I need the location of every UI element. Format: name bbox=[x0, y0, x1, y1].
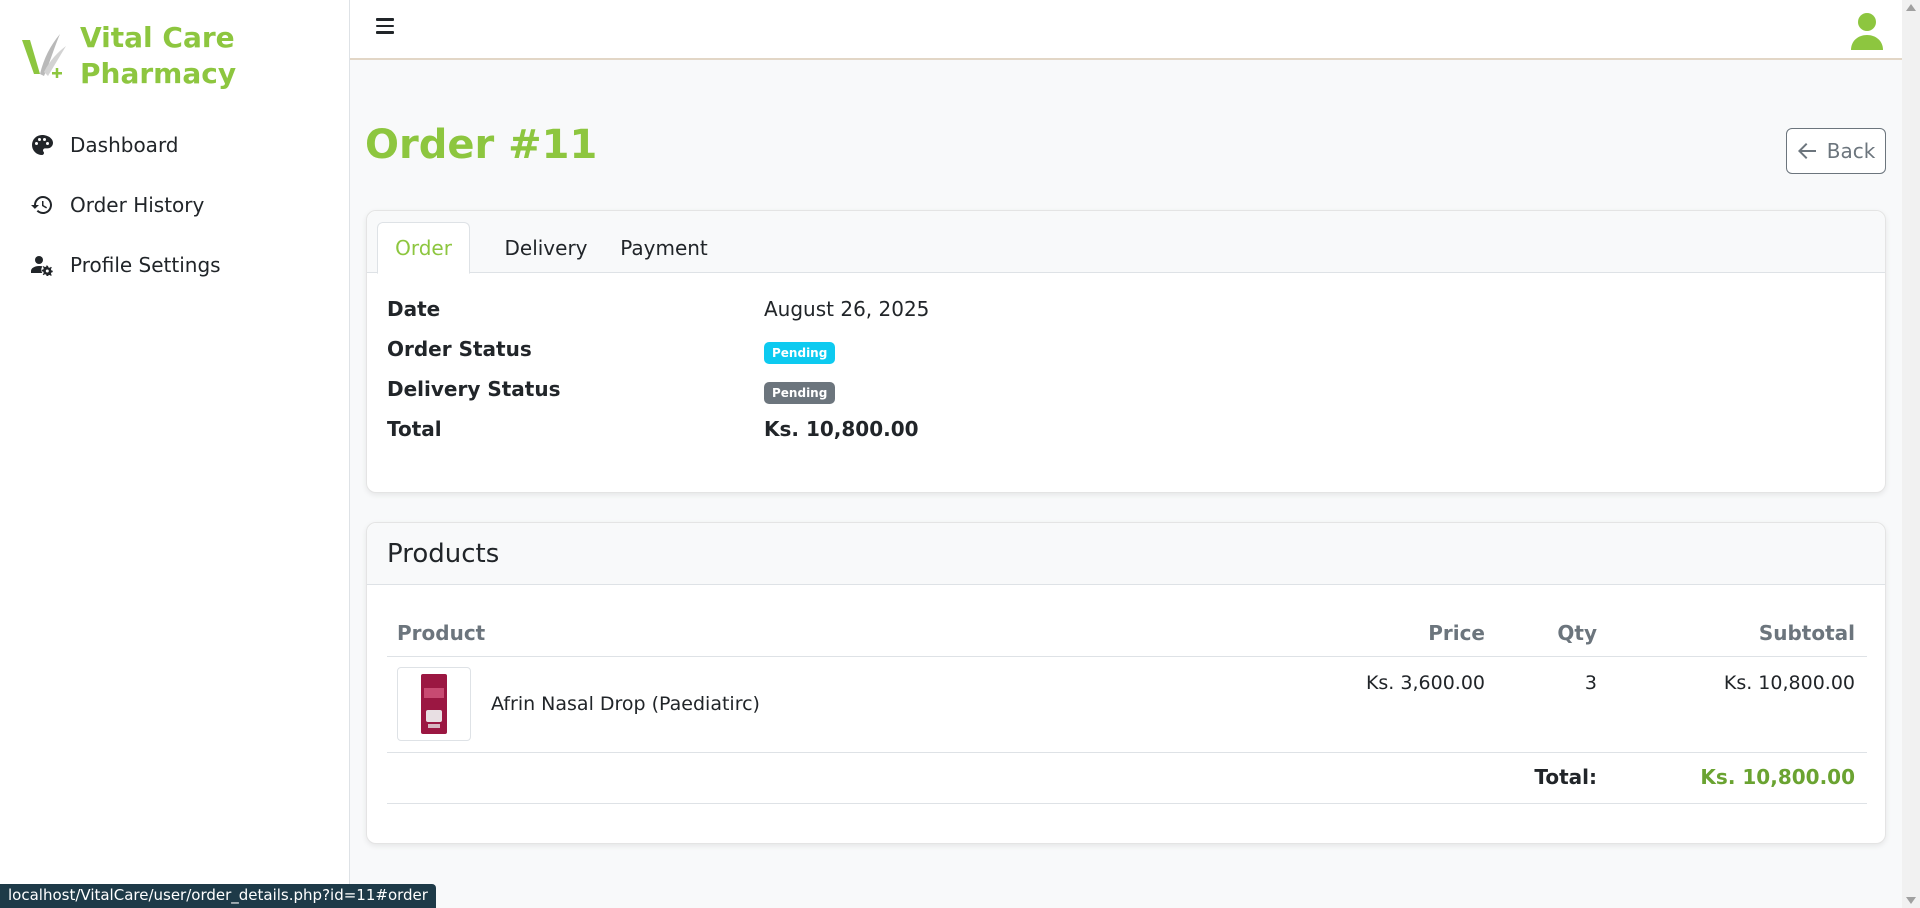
delivery-status-badge: Pending bbox=[764, 382, 836, 404]
page-title: Order #11 bbox=[365, 122, 598, 168]
sidebar: Vital Care Pharmacy Dashboard Order Hist… bbox=[0, 0, 350, 908]
sidebar-item-label: Dashboard bbox=[70, 133, 179, 157]
brand-line-1: Vital Care bbox=[80, 21, 235, 54]
scrollbar[interactable] bbox=[1902, 0, 1920, 908]
tab-delivery[interactable]: Delivery bbox=[481, 222, 611, 274]
back-button[interactable]: Back bbox=[1786, 128, 1886, 174]
products-title: Products bbox=[367, 523, 1885, 585]
sidebar-item-dashboard[interactable]: Dashboard bbox=[0, 115, 349, 175]
tab-order[interactable]: Order bbox=[377, 222, 470, 274]
brand-name: Vital Care Pharmacy bbox=[80, 20, 236, 92]
date-label: Date bbox=[387, 297, 441, 321]
back-button-label: Back bbox=[1826, 139, 1876, 163]
delivery-status-label: Delivery Status bbox=[387, 377, 561, 401]
user-icon[interactable] bbox=[1850, 12, 1884, 50]
sidebar-item-label: Profile Settings bbox=[70, 253, 221, 277]
column-header-product: Product bbox=[397, 621, 486, 645]
pharmacy-logo-icon bbox=[22, 34, 66, 78]
column-header-qty: Qty bbox=[1557, 621, 1597, 645]
product-qty: 3 bbox=[1584, 672, 1597, 694]
brand-line-2: Pharmacy bbox=[80, 57, 237, 90]
top-bar bbox=[350, 0, 1902, 60]
browser-status-url: localhost/VitalCare/user/order_details.p… bbox=[0, 884, 436, 908]
sidebar-item-order-history[interactable]: Order History bbox=[0, 175, 349, 235]
arrow-left-icon bbox=[1797, 143, 1816, 159]
scroll-down-arrow-icon[interactable] bbox=[1906, 897, 1916, 904]
product-price: Ks. 3,600.00 bbox=[1365, 672, 1485, 694]
palette-icon bbox=[32, 135, 53, 155]
sidebar-nav: Dashboard Order History Profile Settings bbox=[0, 115, 349, 295]
product-thumbnail bbox=[397, 667, 471, 741]
column-header-price: Price bbox=[1428, 621, 1485, 645]
sidebar-item-profile-settings[interactable]: Profile Settings bbox=[0, 235, 349, 295]
date-value: August 26, 2025 bbox=[764, 297, 930, 321]
product-name: Afrin Nasal Drop (Paediatirc) bbox=[491, 693, 760, 715]
total-label: Total bbox=[387, 417, 442, 441]
brand[interactable]: Vital Care Pharmacy bbox=[20, 20, 236, 92]
tab-bar: Order Delivery Payment bbox=[367, 211, 1885, 274]
product-box-image bbox=[421, 674, 447, 734]
products-total-label: Total: bbox=[1534, 765, 1597, 789]
table-divider bbox=[387, 803, 1867, 804]
order-status-badge: Pending bbox=[764, 342, 836, 364]
table-divider bbox=[387, 752, 1867, 753]
sidebar-item-label: Order History bbox=[70, 193, 205, 217]
product-subtotal: Ks. 10,800.00 bbox=[1723, 672, 1855, 694]
column-header-subtotal: Subtotal bbox=[1758, 621, 1855, 645]
order-card: Order Delivery Payment Date August 26, 2… bbox=[366, 210, 1886, 493]
history-icon bbox=[31, 196, 52, 214]
products-total-value: Ks. 10,800.00 bbox=[1700, 765, 1855, 789]
hamburger-icon[interactable] bbox=[376, 18, 394, 34]
tab-payment[interactable]: Payment bbox=[599, 222, 729, 274]
order-status-label: Order Status bbox=[387, 337, 532, 361]
total-value: Ks. 10,800.00 bbox=[764, 417, 919, 441]
user-gear-icon bbox=[31, 256, 53, 276]
products-card: Products Product Price Qty Subtotal Afri… bbox=[366, 522, 1886, 844]
table-divider bbox=[387, 656, 1867, 657]
scroll-up-arrow-icon[interactable] bbox=[1906, 4, 1916, 11]
